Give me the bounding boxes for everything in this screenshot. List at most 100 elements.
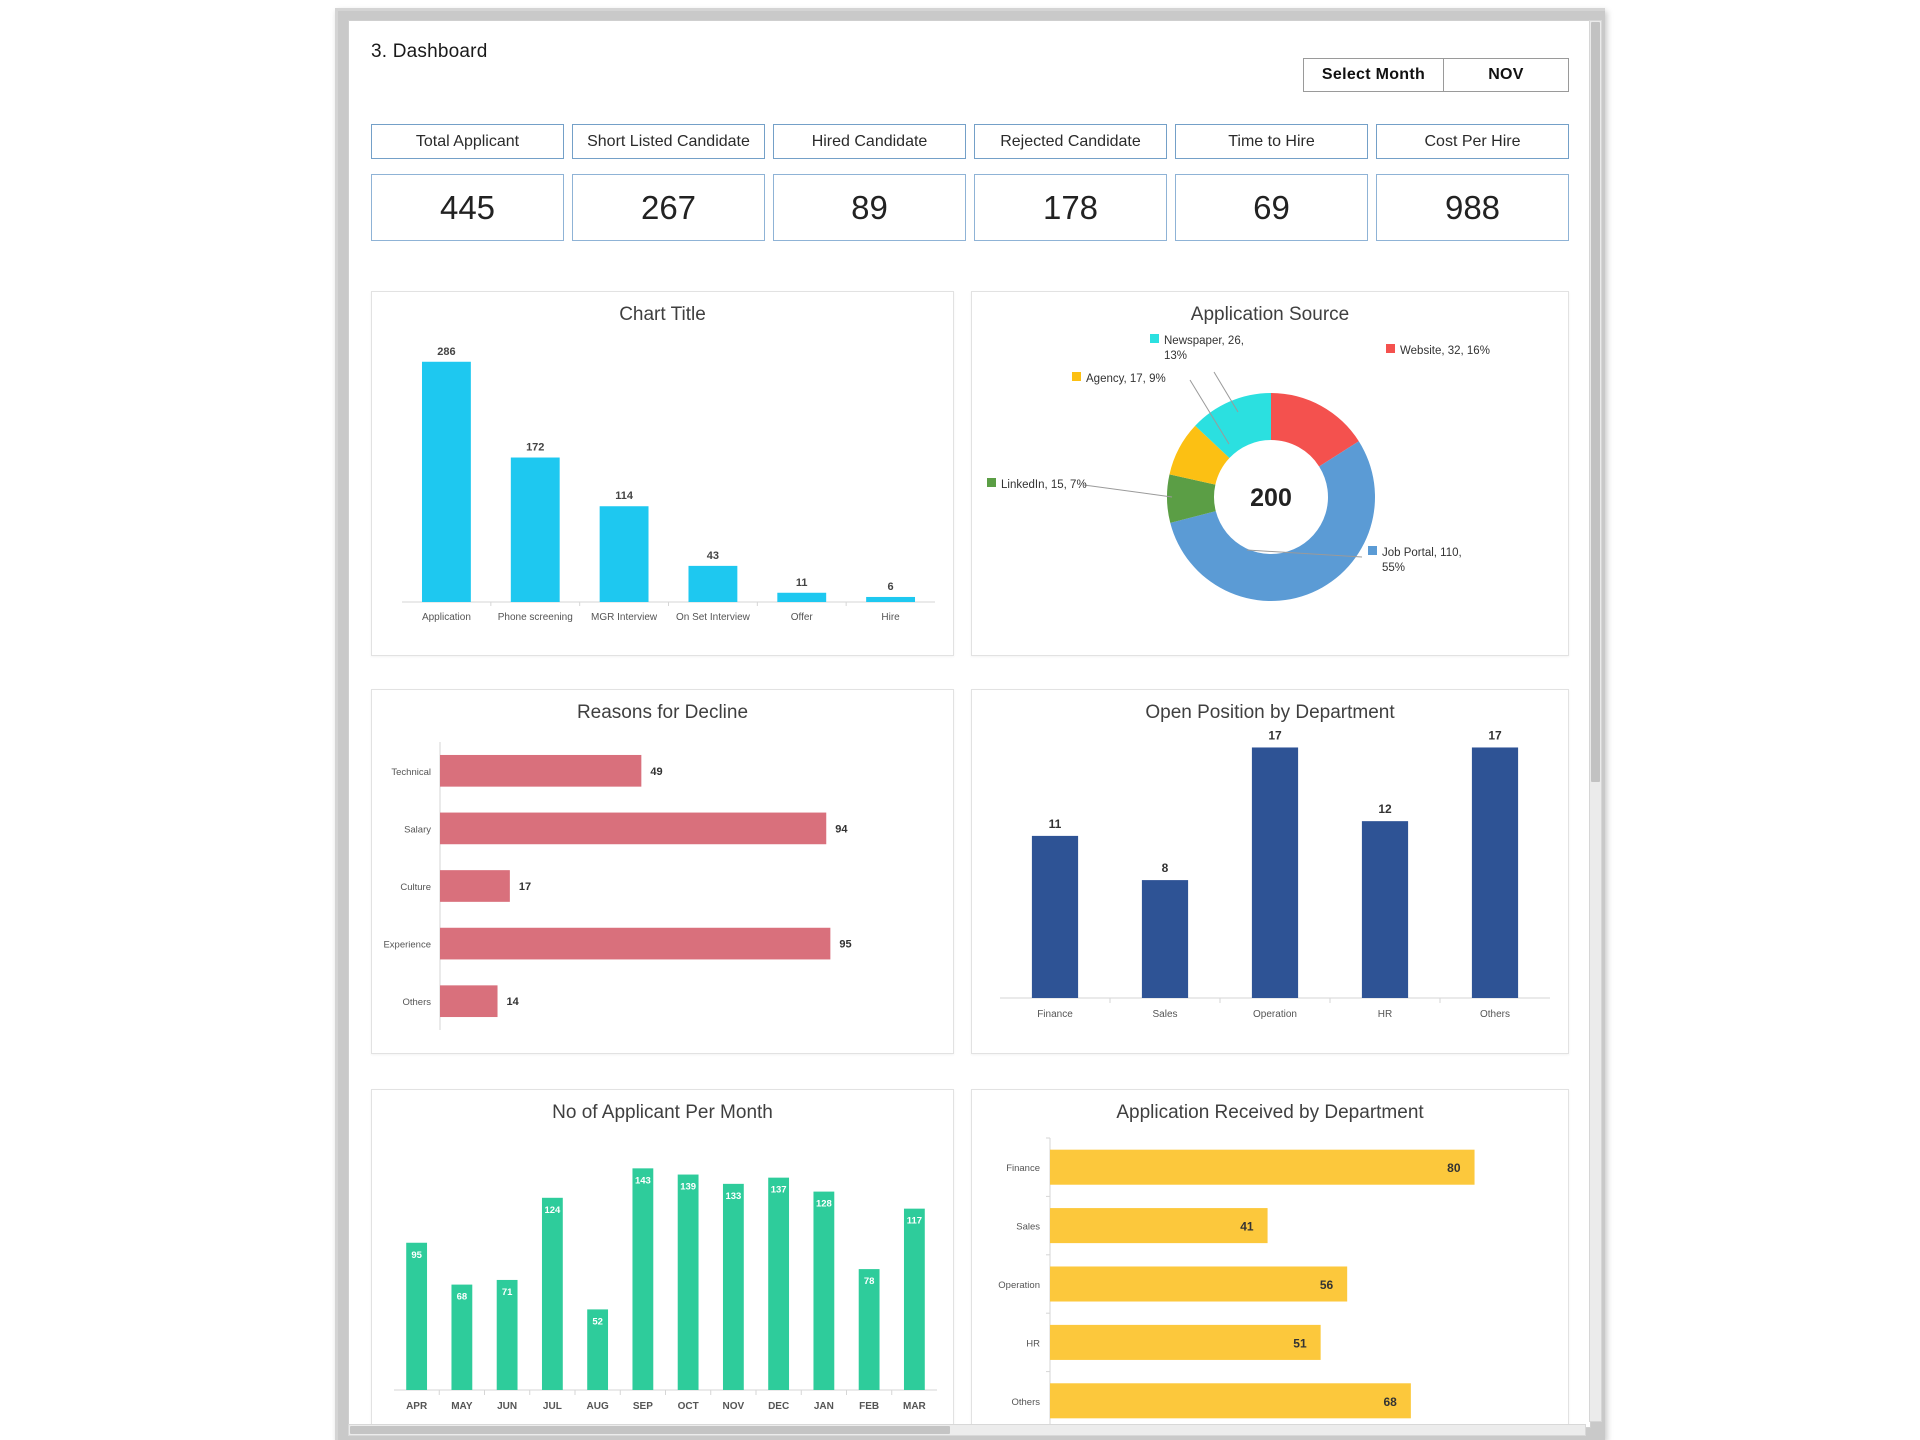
excel-window: 3. Dashboard Select Month NOV Total Appl… xyxy=(335,8,1605,1440)
slice-callout-label: LinkedIn, 15, 7% xyxy=(1001,479,1087,491)
kpi-value: 89 xyxy=(773,174,966,241)
bar xyxy=(777,593,826,602)
vertical-scrollbar-thumb[interactable] xyxy=(1591,22,1600,782)
bar-value-label: 12 xyxy=(1378,802,1392,816)
bar-value-label: 143 xyxy=(635,1175,651,1186)
kpi-card-hired-candidate: Hired Candidate 89 xyxy=(773,124,966,241)
donut-center-total: 200 xyxy=(1250,484,1292,512)
legend-swatch xyxy=(1386,344,1395,353)
select-month-control[interactable]: Select Month NOV xyxy=(1303,58,1569,92)
bar-value-label: 172 xyxy=(526,442,544,454)
kpi-title: Short Listed Candidate xyxy=(572,124,765,159)
x-tick-label: Hire xyxy=(881,612,900,623)
x-tick-label: Application xyxy=(422,612,471,623)
y-tick-label: Culture xyxy=(400,882,431,893)
bar-value-label: 17 xyxy=(519,881,531,893)
y-tick-label: HR xyxy=(1026,1338,1040,1349)
bar-value-label: 71 xyxy=(502,1287,513,1298)
bar xyxy=(1362,821,1408,998)
bar-value-label: 41 xyxy=(1240,1220,1254,1234)
application-received-bar-chart: 80Finance41Sales56Operation51HR68Others xyxy=(972,1090,1570,1428)
open-position-bar-chart: 11Finance8Sales17Operation12HR17Others xyxy=(972,690,1570,1055)
x-tick-label: MAY xyxy=(451,1401,473,1412)
bar-value-label: 51 xyxy=(1293,1336,1307,1350)
legend-swatch xyxy=(1150,334,1159,343)
bar xyxy=(632,1168,653,1390)
chart-card-open-position-by-department[interactable]: Open Position by Department 11Finance8Sa… xyxy=(971,689,1569,1054)
kpi-card-total-applicant: Total Applicant 445 xyxy=(371,124,564,241)
horizontal-scrollbar[interactable] xyxy=(348,1424,1586,1436)
application-source-donut-chart: 200Website, 32, 16%Job Portal, 110,55%Li… xyxy=(972,292,1570,657)
bar xyxy=(1472,747,1518,998)
chart-card-funnel[interactable]: Chart Title 286Application172Phone scree… xyxy=(371,291,954,656)
kpi-value: 988 xyxy=(1376,174,1569,241)
funnel-bar-chart: 286Application172Phone screening114MGR I… xyxy=(372,292,955,657)
bar xyxy=(440,870,510,902)
chart-card-application-received-by-department[interactable]: Application Received by Department 80Fin… xyxy=(971,1089,1569,1428)
x-tick-label: JAN xyxy=(814,1401,834,1412)
bar-value-label: 95 xyxy=(411,1250,422,1261)
bar xyxy=(1050,1208,1268,1243)
x-tick-label: Operation xyxy=(1253,1009,1297,1020)
chart-card-reasons-for-decline[interactable]: Reasons for Decline 49Technical94Salary1… xyxy=(371,689,954,1054)
kpi-value: 267 xyxy=(572,174,765,241)
bar-value-label: 43 xyxy=(707,550,719,562)
legend-swatch xyxy=(1072,372,1081,381)
kpi-card-rejected-candidate: Rejected Candidate 178 xyxy=(974,124,1167,241)
x-tick-label: Others xyxy=(1480,1009,1510,1020)
bar-value-label: 128 xyxy=(816,1199,832,1210)
bar xyxy=(440,813,826,845)
bar-value-label: 117 xyxy=(907,1216,922,1227)
y-tick-label: Others xyxy=(1011,1397,1040,1408)
bar-value-label: 78 xyxy=(864,1276,875,1287)
x-tick-label: JUN xyxy=(497,1401,517,1412)
kpi-title: Total Applicant xyxy=(371,124,564,159)
x-tick-label: OCT xyxy=(678,1401,699,1412)
x-tick-label: MGR Interview xyxy=(591,612,658,623)
vertical-scrollbar[interactable] xyxy=(1589,20,1602,1422)
x-tick-label: SEP xyxy=(633,1401,653,1412)
x-tick-label: Phone screening xyxy=(498,612,573,623)
bar-value-label: 11 xyxy=(796,577,808,589)
bar xyxy=(813,1192,834,1390)
kpi-value: 178 xyxy=(974,174,1167,241)
kpi-title: Hired Candidate xyxy=(773,124,966,159)
bar xyxy=(1142,880,1188,998)
bar-value-label: 114 xyxy=(615,490,634,502)
select-month-value[interactable]: NOV xyxy=(1444,59,1568,91)
bar-value-label: 11 xyxy=(1049,817,1062,831)
bar xyxy=(1050,1383,1411,1418)
chart-card-application-source[interactable]: Application Source 200Website, 32, 16%Jo… xyxy=(971,291,1569,656)
bar-value-label: 56 xyxy=(1320,1278,1334,1292)
dashboard-sheet: 3. Dashboard Select Month NOV Total Appl… xyxy=(349,21,1591,1428)
bar-value-label: 68 xyxy=(457,1292,468,1303)
bar-value-label: 17 xyxy=(1268,728,1282,742)
bar xyxy=(440,755,641,787)
bar xyxy=(440,928,830,960)
bar-value-label: 95 xyxy=(839,939,851,951)
bar xyxy=(422,362,471,602)
horizontal-scrollbar-thumb[interactable] xyxy=(350,1426,950,1434)
bar-value-label: 68 xyxy=(1384,1395,1398,1409)
y-tick-label: Experience xyxy=(383,940,431,951)
y-tick-label: Others xyxy=(402,997,431,1008)
bar xyxy=(1050,1266,1347,1301)
chart-card-no-of-applicant-per-month[interactable]: No of Applicant Per Month 95APR68MAY71JU… xyxy=(371,1089,954,1428)
x-tick-label: Offer xyxy=(791,612,814,623)
bar-value-label: 133 xyxy=(725,1191,741,1202)
bar-value-label: 8 xyxy=(1162,861,1169,875)
y-tick-label: Operation xyxy=(998,1280,1040,1291)
kpi-title: Rejected Candidate xyxy=(974,124,1167,159)
select-month-label: Select Month xyxy=(1304,59,1444,91)
kpi-title: Cost Per Hire xyxy=(1376,124,1569,159)
kpi-value: 69 xyxy=(1175,174,1368,241)
bar xyxy=(1252,747,1298,998)
slice-callout-label: Newspaper, 26, xyxy=(1164,335,1244,347)
bar xyxy=(688,566,737,602)
bar-value-label: 52 xyxy=(592,1316,603,1327)
bar xyxy=(678,1175,699,1390)
x-tick-label: Sales xyxy=(1152,1009,1177,1020)
legend-swatch xyxy=(987,478,996,487)
y-tick-label: Finance xyxy=(1006,1163,1040,1174)
x-tick-label: NOV xyxy=(723,1401,745,1412)
